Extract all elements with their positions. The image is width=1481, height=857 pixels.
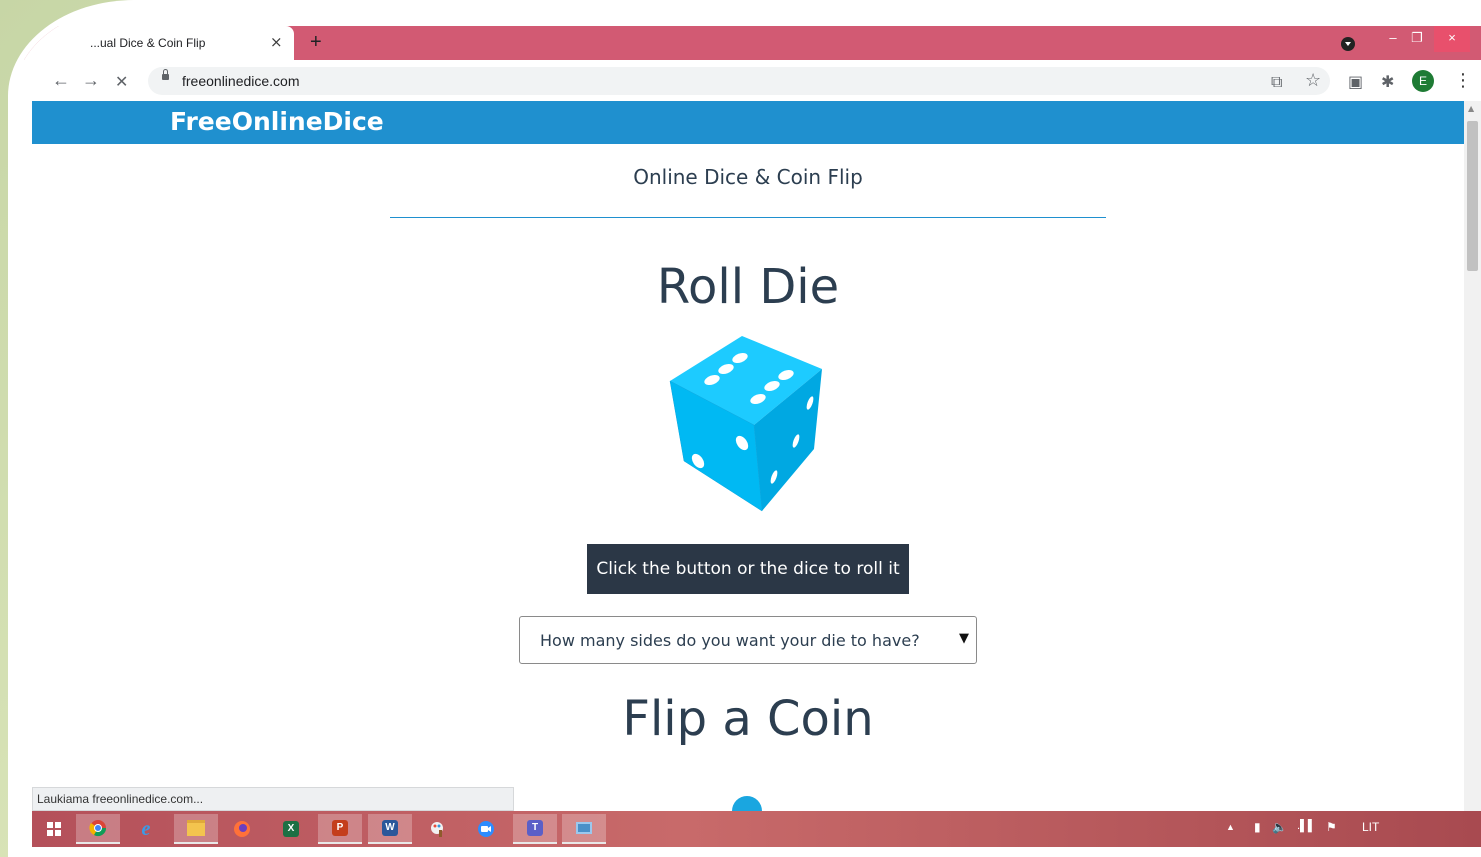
- powerpoint-icon[interactable]: P: [318, 814, 362, 844]
- tray-expand-icon[interactable]: ▲: [1226, 822, 1235, 832]
- close-window-button[interactable]: ×: [1434, 26, 1470, 52]
- flip-coin-heading: Flip a Coin: [622, 691, 874, 747]
- excel-icon[interactable]: X: [269, 814, 313, 844]
- tab-title: ...ual Dice & Coin Flip: [90, 36, 206, 50]
- bookmark-star-icon[interactable]: ☆: [1305, 70, 1321, 91]
- scroll-up-icon[interactable]: ▲: [1468, 104, 1474, 113]
- site-header: FreeOnlineDice: [32, 101, 1464, 144]
- back-icon[interactable]: ←: [52, 70, 70, 91]
- site-logo[interactable]: FreeOnlineDice: [170, 107, 384, 136]
- zoom-icon[interactable]: [464, 814, 508, 844]
- scrollbar-thumb[interactable]: [1467, 121, 1478, 271]
- page-subtitle: Online Dice & Coin Flip: [633, 165, 863, 189]
- coin-icon[interactable]: [732, 796, 762, 811]
- profile-menu-icon[interactable]: [1341, 37, 1355, 51]
- windows-start-icon[interactable]: [32, 814, 76, 844]
- web-page: FreeOnlineDice Online Dice & Coin Flip R…: [32, 101, 1464, 811]
- lock-icon[interactable]: [162, 69, 169, 80]
- loading-status: Laukiama freeonlinedice.com...: [32, 787, 514, 811]
- dice-sides-select[interactable]: How many sides do you want your die to h…: [519, 616, 977, 664]
- tab-close-icon[interactable]: ×: [270, 33, 283, 51]
- edge-icon[interactable]: e: [124, 814, 168, 844]
- new-tab-button[interactable]: +: [310, 31, 322, 54]
- extensions-puzzle-icon[interactable]: ✱: [1381, 72, 1394, 91]
- dice-icon[interactable]: [662, 331, 832, 521]
- window-taskbar-icon[interactable]: [562, 814, 606, 844]
- forward-icon[interactable]: →: [82, 70, 100, 91]
- profile-avatar[interactable]: E: [1412, 70, 1434, 92]
- action-center-icon[interactable]: ⚑: [1326, 820, 1337, 834]
- pdf-extension-icon[interactable]: ▣: [1348, 72, 1363, 91]
- address-bar[interactable]: [148, 67, 1330, 95]
- firefox-icon[interactable]: [220, 814, 264, 844]
- network-signal-icon[interactable]: .▌▌: [1297, 820, 1316, 832]
- divider: [390, 217, 1106, 218]
- stop-loading-icon[interactable]: ✕: [115, 72, 128, 92]
- word-icon[interactable]: W: [368, 814, 412, 844]
- language-indicator[interactable]: LIT: [1362, 820, 1379, 834]
- chevron-down-icon: ▼: [959, 631, 969, 646]
- file-explorer-icon[interactable]: [174, 814, 218, 844]
- dice-sides-select-value: How many sides do you want your die to h…: [540, 631, 920, 650]
- roll-die-heading: Roll Die: [656, 259, 840, 315]
- roll-dice-button[interactable]: Click the button or the dice to roll it: [587, 544, 909, 594]
- chrome-taskbar-icon[interactable]: [76, 814, 120, 844]
- battery-icon[interactable]: ▮: [1254, 820, 1261, 834]
- url-text[interactable]: freeonlinedice.com: [182, 73, 300, 89]
- volume-icon[interactable]: 🔈: [1272, 820, 1287, 834]
- translate-icon[interactable]: ⧉: [1271, 72, 1282, 92]
- teams-icon[interactable]: T: [513, 814, 557, 844]
- screen-frame: ...ual Dice & Coin Flip × + – ❐ × ← → ✕ …: [14, 6, 1481, 857]
- chrome-menu-icon[interactable]: ⋮: [1454, 70, 1472, 91]
- restore-button[interactable]: ❐: [1399, 26, 1435, 52]
- paint-icon[interactable]: [416, 814, 460, 844]
